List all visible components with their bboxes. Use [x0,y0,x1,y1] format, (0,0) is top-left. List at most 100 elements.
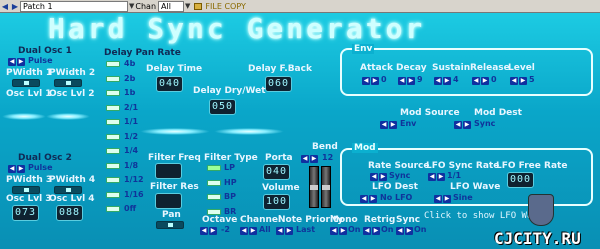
filter-type-radio[interactable] [207,208,221,215]
lfo-wave-stepper[interactable]: ◀ ▶ [434,194,452,203]
chan-select[interactable]: All [158,0,185,12]
filter-type-radio[interactable] [207,194,221,200]
porta-label: Porta [265,153,293,163]
pan-label: Pan [162,210,181,220]
pwidth4-slider[interactable] [54,186,82,194]
delay-pan-rate-title: Delay Pan Rate [104,48,181,58]
bend-label: Bend [312,142,338,152]
delay-rate-radio[interactable] [106,75,120,82]
porta-display[interactable]: 040 [263,164,290,180]
lfo-free-rate-display[interactable]: 000 [507,172,534,188]
env-param-label: Sustain [432,63,471,73]
env-param-label: Decay [396,63,427,73]
octave-label: Octave [202,215,238,225]
next-patch-icon[interactable]: ▶ [10,1,20,11]
delay-time-label: Delay Time [146,64,203,74]
delay-rate-radio[interactable] [106,104,120,111]
env-param-value: 9 [417,75,423,84]
mod-title: Mod [352,143,378,153]
lfo-dest-stepper[interactable]: ◀ ▶ [360,194,378,203]
env-param-value: 4 [453,75,459,84]
lfo-wave-hint: Click to show LFO Wave [424,211,544,221]
bend-stepper[interactable]: ◀ ▶ [301,154,319,163]
osc-lvl1-glow[interactable] [2,113,46,120]
filter-type-radio[interactable] [207,165,221,171]
file-copy-button[interactable]: FILE COPY [205,2,245,11]
osc-lvl3-display[interactable]: 073 [12,205,39,221]
osc-lvl2-glow[interactable] [46,113,90,120]
delay-rate-label: 1/8 [124,160,139,170]
channel-value: All [259,225,271,234]
delay-rate-radio[interactable] [106,206,120,212]
osc2-waveform-stepper[interactable]: ◀ ▶ [8,164,26,173]
filter-freq-display[interactable] [155,163,182,179]
delay-rate-label: 2/1 [124,102,139,112]
pwidth1-slider[interactable] [12,79,40,87]
mono-stepper[interactable]: ◀ ▶ [330,226,348,235]
filter-type-label: BP [224,192,236,201]
synth-editor-window: ◀ ▶ Patch 1 ▼ Chan All ▼ FILE COPY Hard … [0,0,600,249]
patch-dropdown-icon[interactable]: ▼ [129,2,134,10]
mod-wheel[interactable] [321,166,331,208]
pwidth4-label: PWidth 4 [49,175,96,185]
osc1-waveform-stepper[interactable]: ◀ ▶ [8,57,26,66]
env-param-stepper[interactable]: ◀ ▶ [362,76,380,85]
delay-rate-radio[interactable] [106,90,120,96]
env-param-stepper[interactable]: ◀ ▶ [434,76,452,85]
delay-rate-radio[interactable] [106,177,120,183]
mod-source-stepper[interactable]: ◀ ▶ [380,120,398,129]
delay-rate-radio[interactable] [106,162,120,169]
chan-dropdown-icon[interactable]: ▼ [185,2,190,10]
sync-label: Sync [396,215,421,225]
filter-res-display[interactable] [155,193,182,209]
env-param-stepper[interactable]: ◀ ▶ [472,76,490,85]
rate-source-stepper[interactable]: ◀ ▶ [370,172,388,181]
delay-rate-radio[interactable] [106,133,120,140]
delay-rate-label: 1b [124,88,136,97]
mod-source-label: Mod Source [400,108,460,118]
filter-type-radio[interactable] [207,179,221,186]
pwidth2-slider[interactable] [54,79,82,87]
delay-fback-display[interactable]: 060 [265,76,292,92]
sync-stepper[interactable]: ◀ ▶ [396,226,414,235]
env-param-stepper[interactable]: ◀ ▶ [510,76,528,85]
delay-glow-left [140,128,210,135]
env-param-value: 0 [491,75,497,84]
note-priority-stepper[interactable]: ◀ ▶ [276,226,294,235]
app-title: Hard Sync Generator [48,12,426,45]
delay-rate-radio[interactable] [106,61,120,67]
delay-rate-radio[interactable] [106,191,120,198]
mod-dest-stepper[interactable]: ◀ ▶ [454,120,472,129]
note-priority-value: Last [296,225,316,234]
delay-drywet-label: Delay Dry/Wet [193,86,266,96]
osc-lvl3-label: Osc Lvl 3 [6,194,52,204]
env-param-stepper[interactable]: ◀ ▶ [398,76,416,85]
pan-slider[interactable] [156,221,184,229]
osc1-waveform-value: Pulse [28,56,53,65]
lfo-sync-rate-stepper[interactable]: ◀ ▶ [428,172,446,181]
lfo-free-rate-label: LFO Free Rate [496,161,568,171]
lfo-dest-value: No LFO [380,193,413,202]
delay-time-display[interactable]: 040 [156,76,183,92]
delay-rate-radio[interactable] [106,148,120,154]
mono-value: On [348,225,361,234]
delay-drywet-display[interactable]: 050 [209,99,236,115]
mod-dest-label: Mod Dest [474,108,522,118]
lfo-wave-label: LFO Wave [450,182,501,192]
file-copy-icon[interactable] [194,2,203,10]
delay-rate-label: 4b [124,59,136,68]
octave-stepper[interactable]: ◀ ▶ [200,226,218,235]
pwidth3-slider[interactable] [12,186,40,194]
patch-select[interactable]: Patch 1 [20,0,128,12]
osc-lvl1-label: Osc Lvl 1 [6,89,52,99]
watermark-text: CJCITY.RU [494,229,581,248]
pitch-bend-wheel[interactable] [309,166,319,208]
mono-label: Mono [330,215,358,225]
retrig-stepper[interactable]: ◀ ▶ [363,226,381,235]
delay-rate-radio[interactable] [106,119,120,125]
osc-lvl4-display[interactable]: 088 [56,205,83,221]
channel-stepper[interactable]: ◀ ▶ [240,226,258,235]
delay-glow-right [214,128,284,135]
volume-display[interactable]: 100 [263,194,290,210]
prev-patch-icon[interactable]: ◀ [0,1,10,11]
